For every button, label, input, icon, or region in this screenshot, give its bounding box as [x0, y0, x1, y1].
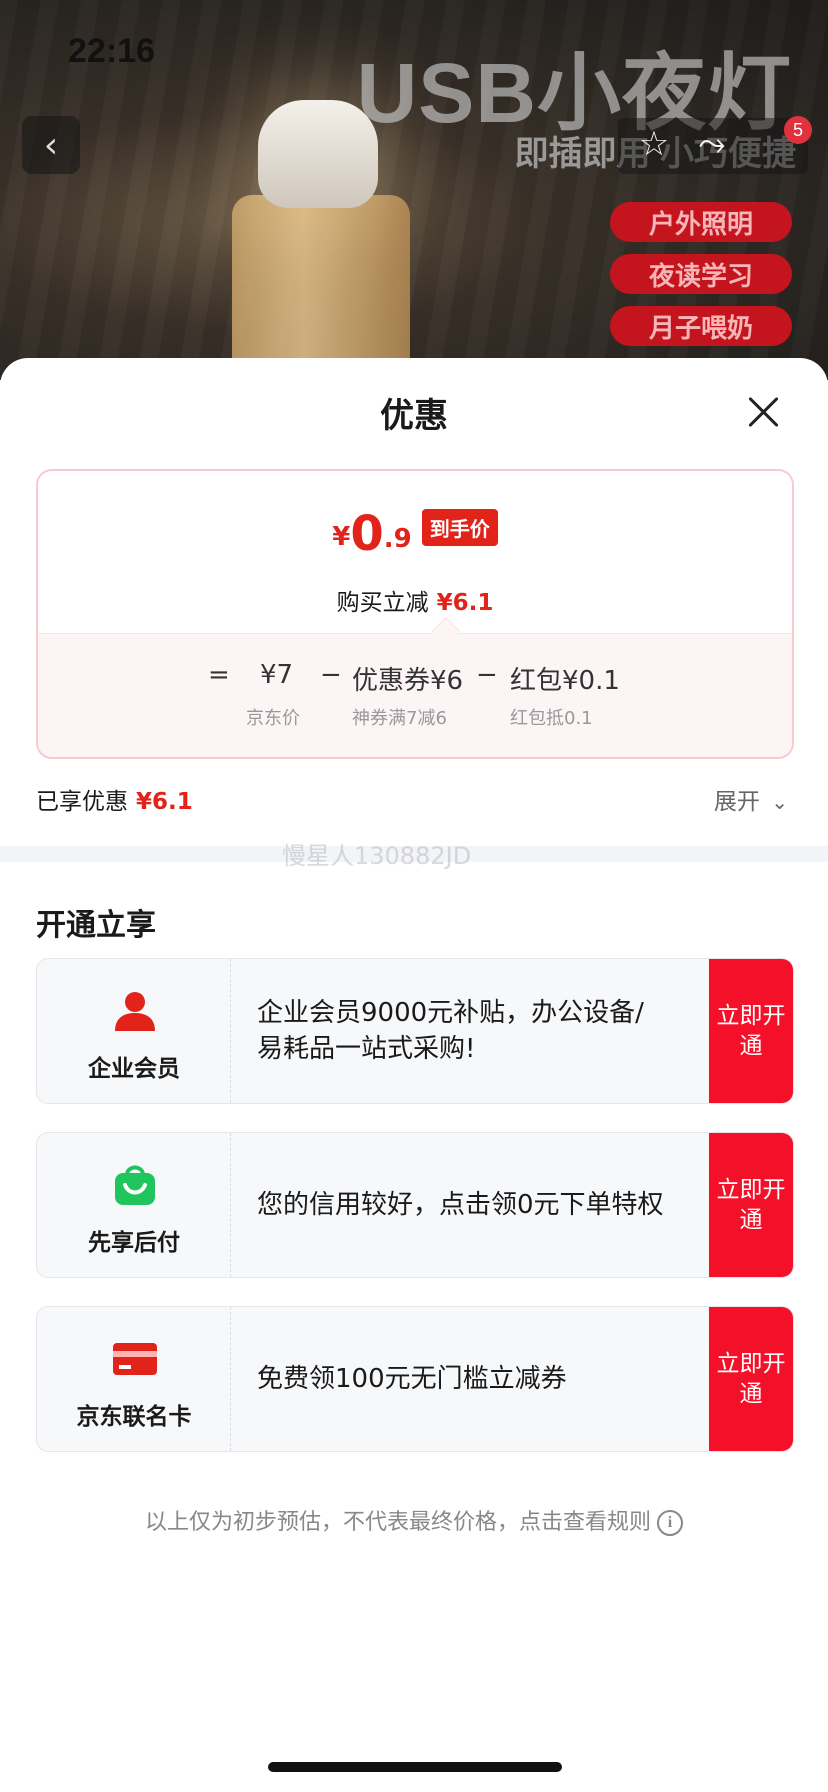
disclaimer-text: 以上仅为初步预估，不代表最终价格，点击查看规则 [144, 1510, 651, 1535]
enjoyed-discount: 已享优惠 ¥6.1 [36, 782, 193, 816]
disclaimer-link[interactable]: 以上仅为初步预估，不代表最终价格，点击查看规则 i [0, 1504, 828, 1536]
banner-tag: 夜读学习 [610, 254, 792, 294]
service-name: 先享后付 [88, 1230, 180, 1256]
enjoyed-label: 已享优惠 [36, 789, 128, 815]
price-integer: 0 [350, 506, 384, 562]
service-label-area: 企业会员 [37, 959, 231, 1103]
price-card: ¥ 0 .9 到手价 购买立减 ¥6.1 = ¥7 − 优惠券¥6 − 红包¥0.… [36, 469, 794, 759]
service-card-co-brand-card[interactable]: 京东联名卡 免费领100元无门槛立减券 立即开通 [36, 1306, 794, 1452]
info-icon: i [657, 1510, 683, 1536]
redpacket-value: 红包¥0.1 [510, 666, 620, 696]
jd-price-value: ¥7 [260, 660, 294, 690]
watermark: 慢星人130882JD [282, 842, 472, 870]
service-desc: 您的信用较好，点击领0元下单特权 [257, 1190, 664, 1220]
sheet-title: 优惠 [380, 396, 448, 436]
cart-badge: 5 [784, 116, 812, 144]
service-label-area: 先享后付 [37, 1133, 231, 1277]
minus-sign: − [476, 660, 498, 690]
expand-button[interactable]: 展开 ⌄ [714, 782, 788, 816]
service-card-enterprise[interactable]: 企业会员 企业会员9000元补贴，办公设备/易耗品一站式采购! 立即开通 [36, 958, 794, 1104]
chevron-left-icon: ‹ [43, 124, 59, 166]
expand-label: 展开 [713, 789, 760, 815]
product-banner: USB小夜灯 即插即用 小巧便捷 22:16 ‹ ☆ ⤳ 5 户外照明 夜读学习… [0, 0, 828, 380]
service-name: 京东联名卡 [76, 1404, 192, 1430]
status-time: 22:16 [68, 32, 155, 70]
currency-symbol: ¥ [332, 522, 351, 552]
share-icon[interactable]: ⤳ [690, 122, 734, 166]
reduce-label: 购买立减 [336, 590, 429, 616]
coupon-value: 优惠券¥6 [352, 666, 464, 696]
banner-tag: 月子喂奶 [610, 306, 792, 346]
final-price: ¥ 0 .9 到手价 [38, 509, 792, 558]
star-icon[interactable]: ☆ [632, 122, 676, 166]
price-summary: ¥ 0 .9 到手价 购买立减 ¥6.1 [38, 471, 792, 633]
enjoyed-value: ¥6.1 [136, 789, 193, 815]
discount-sheet: 优惠 ¥ 0 .9 到手价 购买立减 ¥6.1 = ¥7 − 优惠券¥6 − 红包… [0, 358, 828, 1792]
final-price-tag: 到手价 [421, 509, 498, 546]
minus-sign: − [320, 660, 342, 690]
service-label-area: 京东联名卡 [37, 1307, 231, 1451]
close-icon[interactable] [744, 392, 784, 432]
section-title: 开通立享 [36, 908, 156, 943]
instant-reduction: 购买立减 ¥6.1 [38, 583, 792, 617]
banner-tag: 户外照明 [610, 202, 792, 242]
service-name: 企业会员 [88, 1056, 180, 1082]
credit-card-icon [113, 1343, 157, 1375]
jd-price-label: 京东价 [246, 708, 300, 729]
activate-button[interactable]: 立即开通 [709, 959, 793, 1103]
shopping-bag-icon [115, 1165, 155, 1205]
price-breakdown: = ¥7 − 优惠券¥6 − 红包¥0.1 京东价 神券满7减6 红包抵0.1 [38, 633, 792, 757]
service-desc: 免费领100元无门槛立减券 [257, 1364, 567, 1394]
activate-button[interactable]: 立即开通 [709, 1307, 793, 1451]
home-indicator [268, 1762, 562, 1772]
service-card-pay-later[interactable]: 先享后付 您的信用较好，点击领0元下单特权 立即开通 [36, 1132, 794, 1278]
coupon-label: 神券满7减6 [352, 708, 447, 729]
back-button[interactable]: ‹ [22, 116, 80, 174]
reduce-value: ¥6.1 [436, 590, 494, 616]
chevron-down-icon: ⌄ [771, 790, 788, 814]
activate-button[interactable]: 立即开通 [709, 1133, 793, 1277]
night-light-body [232, 195, 410, 380]
person-icon [115, 992, 155, 1031]
equals-sign: = [208, 660, 230, 690]
redpacket-label: 红包抵0.1 [510, 708, 593, 729]
service-desc: 企业会员9000元补贴，办公设备/易耗品一站式采购! [257, 998, 644, 1064]
price-decimal: .9 [383, 524, 412, 554]
